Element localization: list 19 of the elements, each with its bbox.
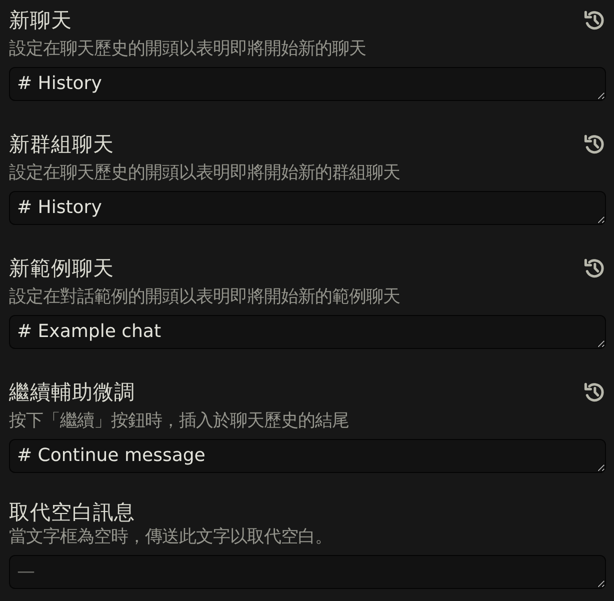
history-icon[interactable] [584,258,605,278]
setting-description: 按下「繼續」按鈕時，插入於聊天歷史的結尾 [9,411,350,431]
text-field[interactable]: — [9,555,606,589]
text-field[interactable]: # History [9,191,606,225]
history-icon[interactable] [584,134,605,154]
setting-description: 設定在對話範例的開頭以表明即將開始新的範例聊天 [9,287,401,307]
history-icon[interactable] [584,382,605,402]
history-icon[interactable] [584,10,605,30]
setting-title: 新群組聊天 [9,133,114,155]
setting-title: 新範例聊天 [9,257,114,279]
text-field[interactable]: # History [9,67,606,101]
setting-description: 當文字框為空時，傳送此文字以取代空白。 [9,527,333,547]
setting-description: 設定在聊天歷史的開頭以表明即將開始新的聊天 [9,39,367,59]
text-field[interactable]: # Continue message [9,439,606,473]
setting-description: 設定在聊天歷史的開頭以表明即將開始新的群組聊天 [9,163,401,183]
text-field[interactable]: # Example chat [9,315,606,349]
setting-title: 取代空白訊息 [9,501,135,523]
setting-title: 繼續輔助微調 [9,381,135,403]
setting-title: 新聊天 [9,9,72,31]
